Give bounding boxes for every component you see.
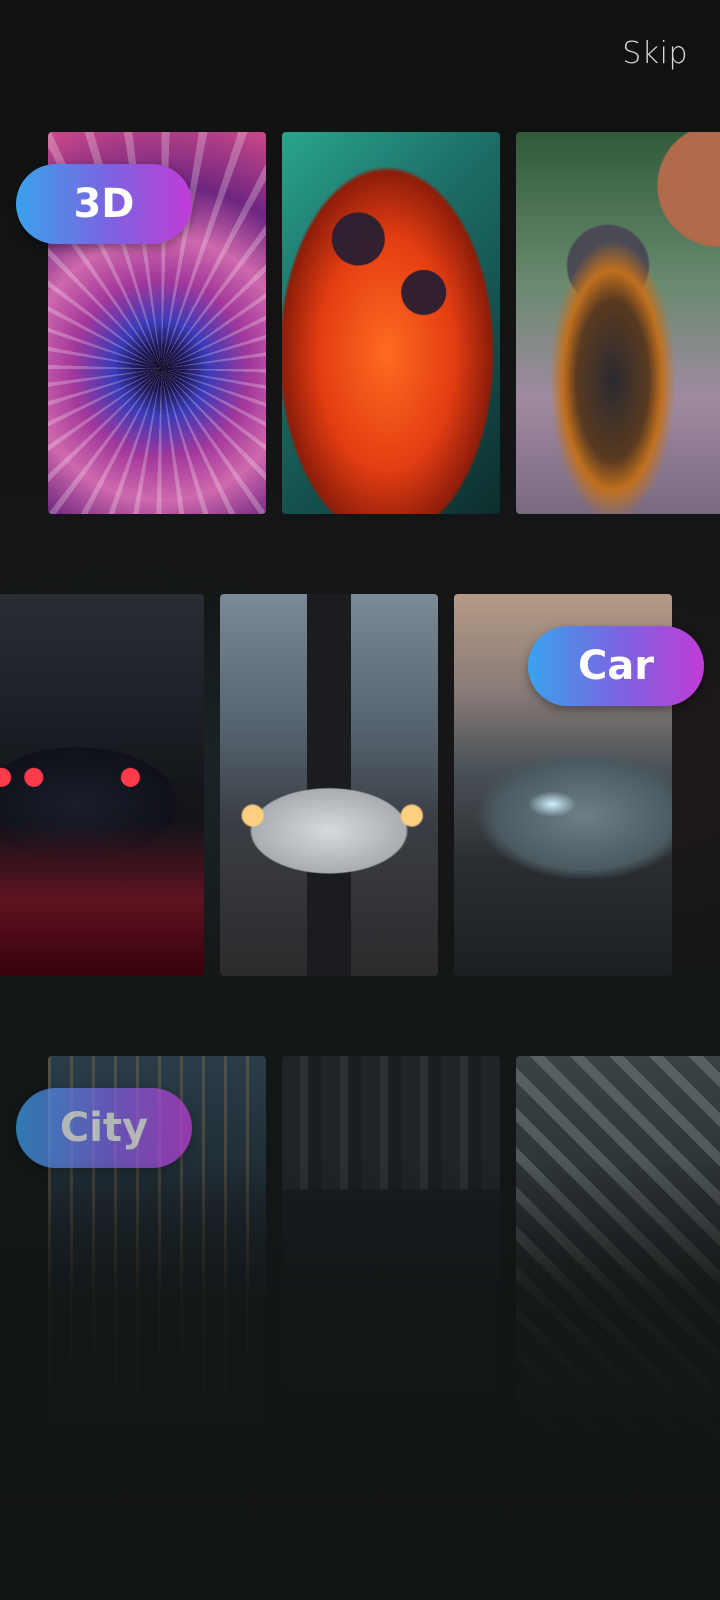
- wallpaper-card[interactable]: [516, 132, 720, 514]
- wallpaper-card[interactable]: [282, 1056, 500, 1438]
- category-row-3d: 3D: [0, 132, 720, 514]
- skip-button[interactable]: Skip: [622, 36, 688, 71]
- wallpaper-card[interactable]: [282, 132, 500, 514]
- category-row-car: Car: [0, 594, 720, 976]
- category-pill-city[interactable]: City: [16, 1088, 192, 1168]
- onboarding-screen: Skip 3D Car City: [0, 0, 720, 1600]
- wallpaper-card[interactable]: [0, 594, 204, 976]
- category-pill-3d[interactable]: 3D: [16, 164, 192, 244]
- category-pill-car[interactable]: Car: [528, 626, 704, 706]
- category-row-city: City: [0, 1056, 720, 1438]
- wallpaper-card[interactable]: [516, 1056, 720, 1438]
- wallpaper-card[interactable]: [220, 594, 438, 976]
